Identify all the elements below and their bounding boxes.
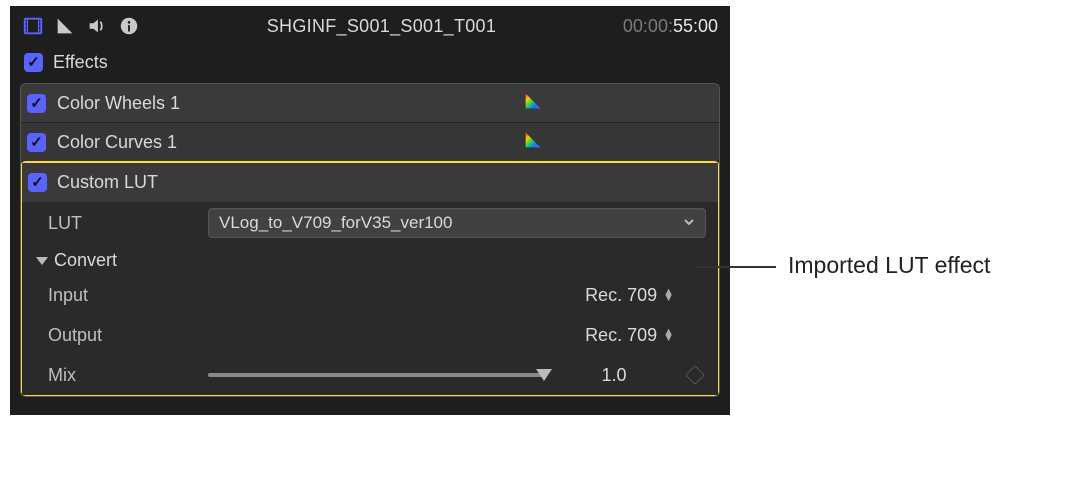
effect-name: Color Wheels 1 [57,93,513,114]
video-inspector-panel: SHGINF_S001_S001_T001 00:00:55:00 Effect… [10,6,730,415]
info-tab-icon[interactable] [118,15,140,37]
clip-name: SHGINF_S001_S001_T001 [150,16,613,37]
output-label: Output [48,325,198,346]
lut-dropdown[interactable]: VLog_to_V709_forV35_ver100 [208,208,706,238]
chevron-down-icon [683,213,695,233]
color-swatch-icon[interactable] [522,90,544,117]
disclosure-triangle-icon[interactable] [36,257,48,265]
stepper-icon: ▲▼ [663,289,674,301]
effect-row-custom-lut[interactable]: Custom LUT [22,163,718,202]
effect-name: Custom LUT [57,172,158,193]
output-popup[interactable]: Rec. 709 ▲▼ [554,325,674,346]
audio-tab-icon[interactable] [86,15,108,37]
custom-lut-effect-block: Custom LUT LUT VLog_to_V709_forV35_ver10… [20,161,720,397]
keyframe-diamond-icon[interactable] [685,365,705,385]
color-swatch-icon[interactable] [522,129,544,156]
lut-param-row: LUT VLog_to_V709_forV35_ver100 [22,202,718,242]
effects-list: Color Wheels 1 Color Curves 1 Custom LUT [20,83,720,397]
effects-master-checkbox[interactable] [24,53,43,72]
timecode: 00:00:55:00 [623,16,718,37]
callout-line [696,266,776,268]
callout-label: Imported LUT effect [788,252,990,279]
input-param-row: Input Rec. 709 ▲▼ [22,275,718,315]
stepper-icon: ▲▼ [663,329,674,341]
convert-label: Convert [54,250,117,271]
slider-thumb-icon[interactable] [536,369,552,381]
color-tab-icon[interactable] [54,15,76,37]
mix-label: Mix [48,365,198,386]
effect-row-color-curves[interactable]: Color Curves 1 [21,123,719,162]
input-popup[interactable]: Rec. 709 ▲▼ [554,285,674,306]
effect-row-color-wheels[interactable]: Color Wheels 1 [21,84,719,123]
lut-label: LUT [48,213,198,234]
effect-checkbox[interactable] [27,94,46,113]
inspector-header: SHGINF_S001_S001_T001 00:00:55:00 [10,6,730,46]
effect-checkbox[interactable] [27,133,46,152]
effects-section-header[interactable]: Effects [10,46,730,83]
mix-slider[interactable] [208,368,544,382]
effect-name: Color Curves 1 [57,132,513,153]
mix-value[interactable]: 1.0 [554,365,674,386]
output-param-row: Output Rec. 709 ▲▼ [22,315,718,355]
input-label: Input [48,285,198,306]
effect-checkbox[interactable] [28,173,47,192]
lut-selected-value: VLog_to_V709_forV35_ver100 [219,213,452,233]
convert-group-header[interactable]: Convert [22,242,718,275]
mix-param-row: Mix 1.0 [22,355,718,395]
video-tab-icon[interactable] [22,15,44,37]
effects-section-label: Effects [53,52,108,73]
